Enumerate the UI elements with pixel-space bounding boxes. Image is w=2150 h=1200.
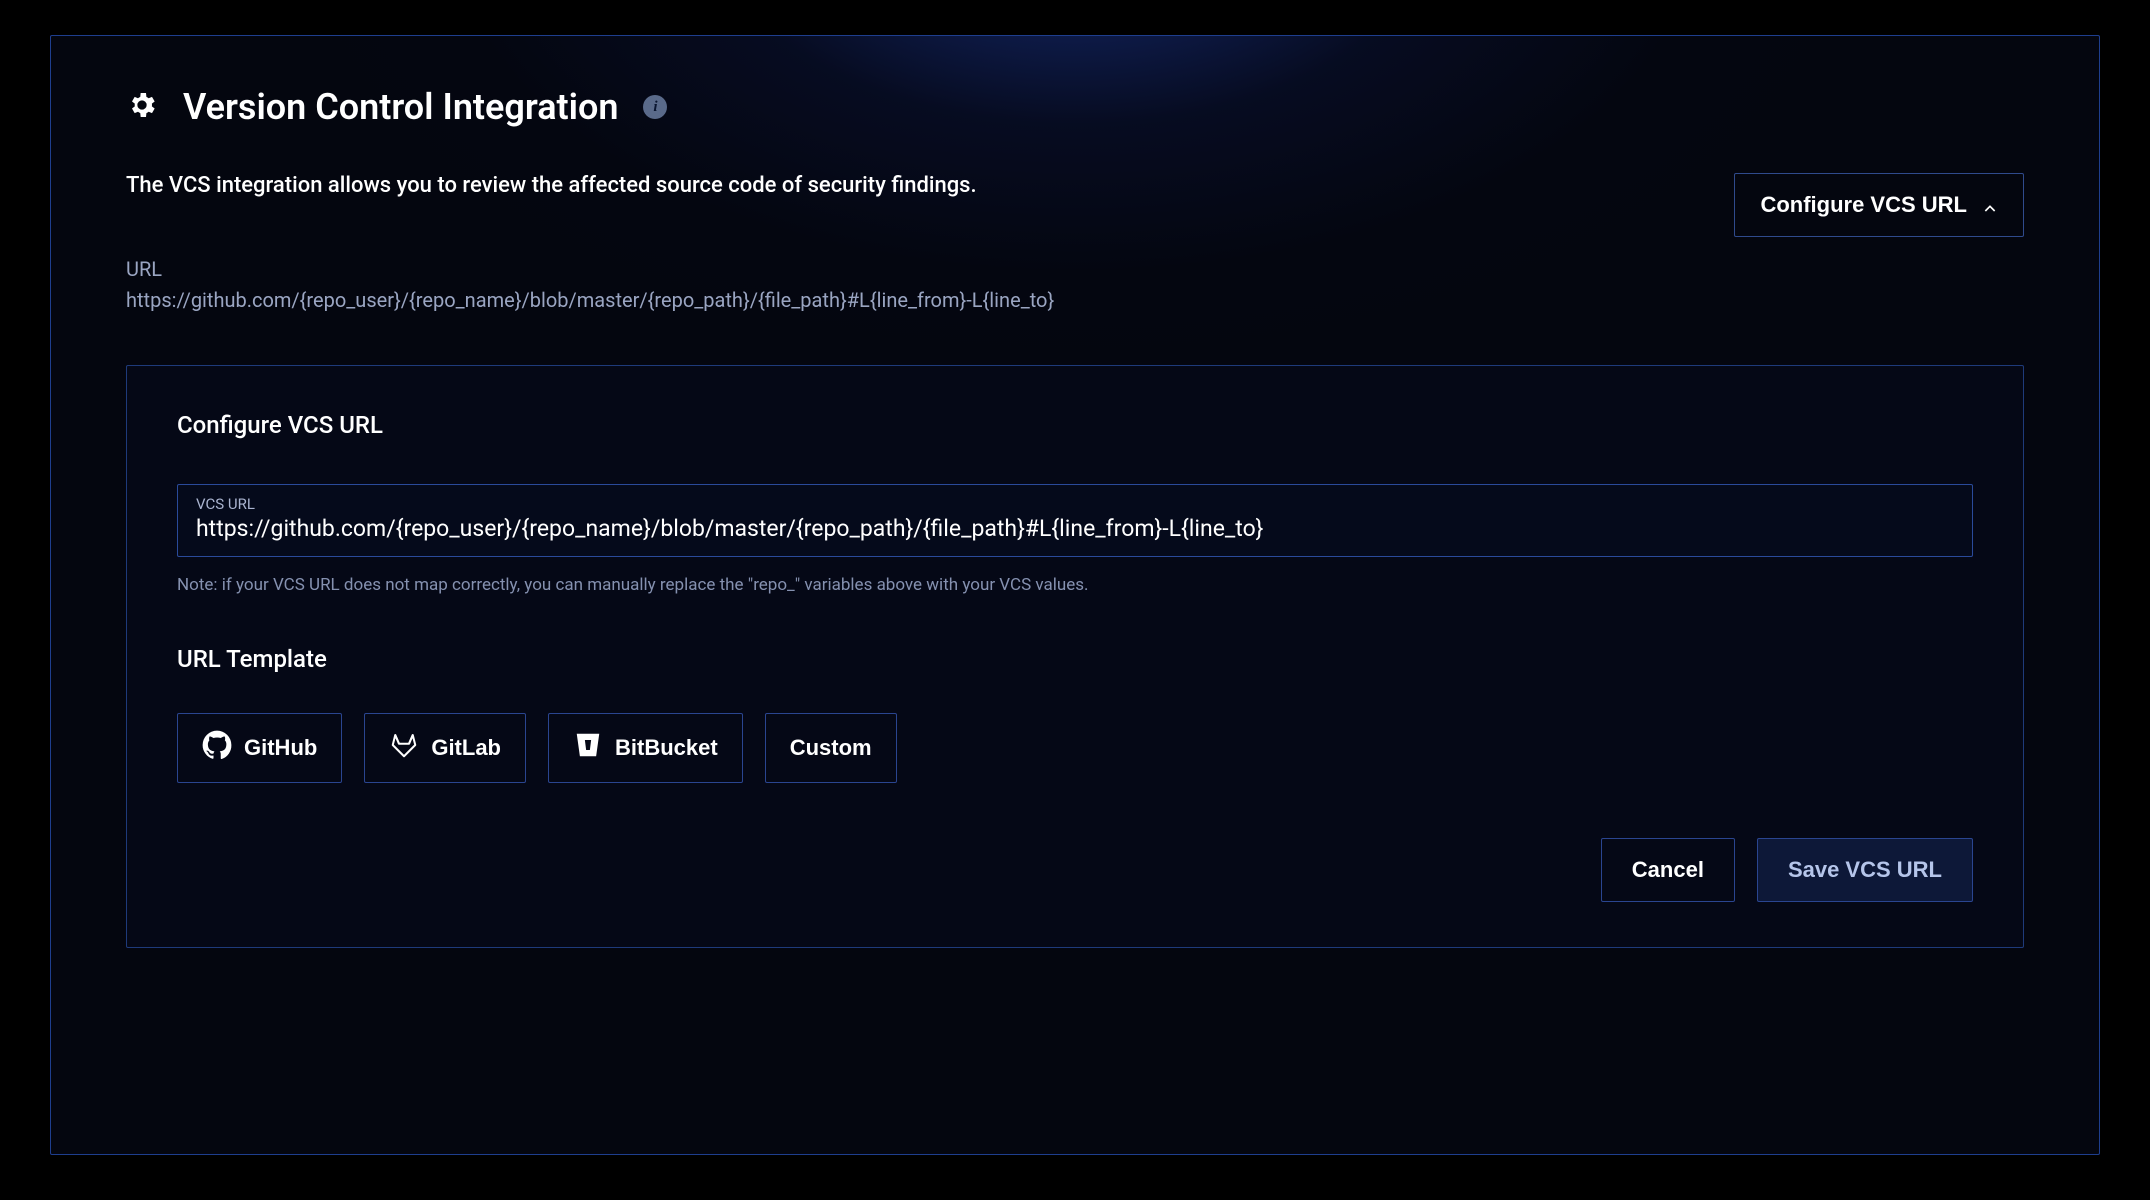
gitlab-icon xyxy=(389,730,419,766)
template-custom-label: Custom xyxy=(790,735,872,761)
configure-card-title: Configure VCS URL xyxy=(177,411,1973,439)
info-icon[interactable]: i xyxy=(643,95,667,119)
description-row: The VCS integration allows you to review… xyxy=(126,173,2024,237)
url-template-title: URL Template xyxy=(177,645,1973,673)
cancel-button[interactable]: Cancel xyxy=(1601,838,1735,902)
vcs-url-input-label: VCS URL xyxy=(196,495,1954,513)
header-row: Version Control Integration i xyxy=(126,86,2024,128)
description-text: The VCS integration allows you to review… xyxy=(126,173,977,198)
template-bitbucket-label: BitBucket xyxy=(615,735,718,761)
url-display-block: URL https://github.com/{repo_user}/{repo… xyxy=(126,257,2024,315)
page-title: Version Control Integration xyxy=(183,86,618,128)
chevron-up-icon xyxy=(1982,197,1998,213)
settings-gear-icon xyxy=(126,89,158,125)
template-custom-button[interactable]: Custom xyxy=(765,713,897,783)
template-github-label: GitHub xyxy=(244,735,317,761)
configure-vcs-url-button[interactable]: Configure VCS URL xyxy=(1734,173,2024,237)
template-github-button[interactable]: GitHub xyxy=(177,713,342,783)
template-gitlab-label: GitLab xyxy=(431,735,501,761)
save-vcs-url-button[interactable]: Save VCS URL xyxy=(1757,838,1973,902)
vcs-url-input-wrap[interactable]: VCS URL xyxy=(177,484,1973,557)
template-buttons-row: GitHub GitLab BitBucket Custom xyxy=(177,713,1973,783)
vcs-url-input[interactable] xyxy=(196,515,1954,542)
github-icon xyxy=(202,730,232,766)
vcs-url-note: Note: if your VCS URL does not map corre… xyxy=(177,575,1973,595)
vcs-integration-panel: Version Control Integration i The VCS in… xyxy=(50,35,2100,1155)
url-label: URL xyxy=(126,257,2024,281)
template-bitbucket-button[interactable]: BitBucket xyxy=(548,713,743,783)
configure-card: Configure VCS URL VCS URL Note: if your … xyxy=(126,365,2024,948)
url-value: https://github.com/{repo_user}/{repo_nam… xyxy=(126,285,1056,315)
configure-button-label: Configure VCS URL xyxy=(1760,192,1967,218)
bitbucket-icon xyxy=(573,730,603,766)
action-buttons-row: Cancel Save VCS URL xyxy=(177,838,1973,902)
template-gitlab-button[interactable]: GitLab xyxy=(364,713,526,783)
